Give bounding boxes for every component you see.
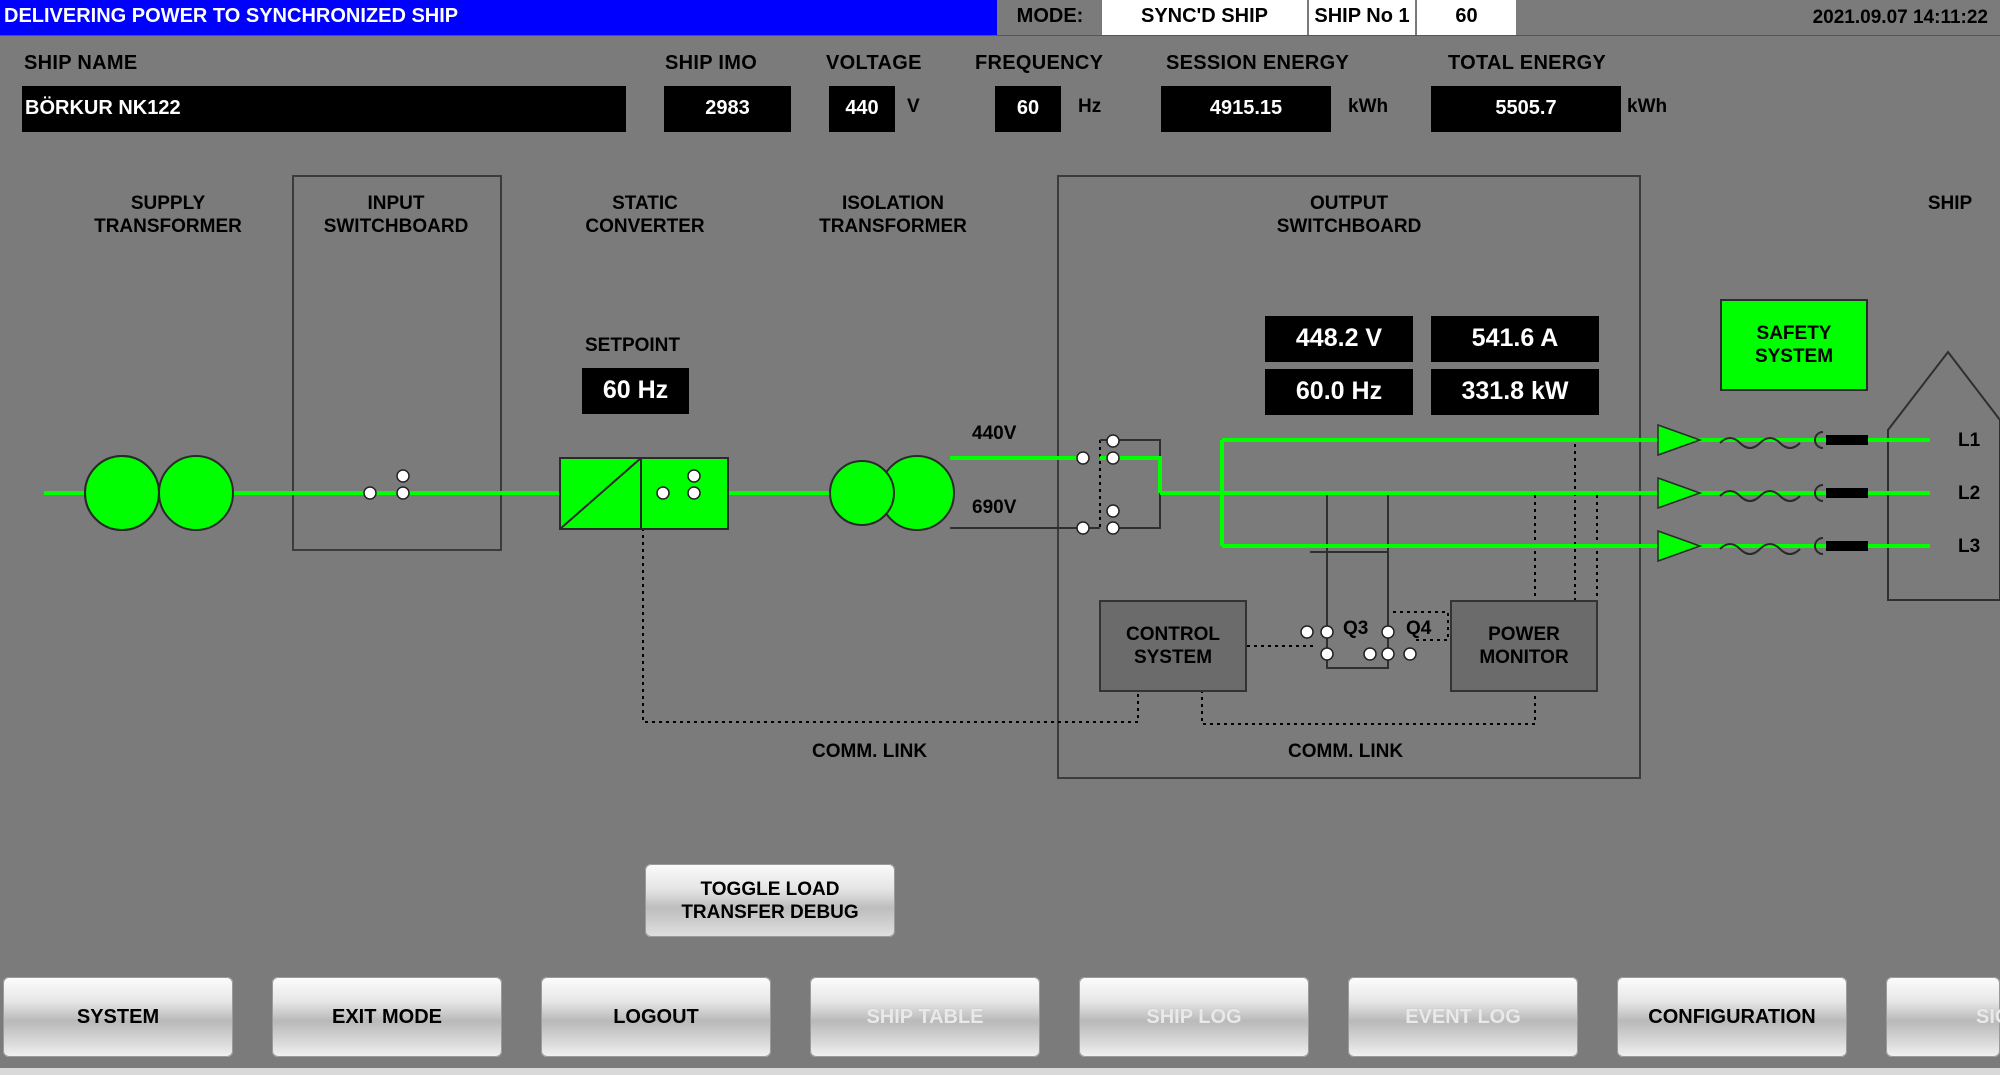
q4-label: Q4 [1406, 618, 1432, 639]
ship-title: SHIP [1927, 193, 1973, 214]
supply-transformer-title: SUPPLY TRANSFORMER [94, 193, 242, 237]
output-voltage-readout: 448.2 V [1265, 316, 1413, 362]
output-current-readout: 541.6 A [1431, 316, 1599, 362]
setpoint-value: 60 Hz [582, 368, 689, 414]
output-switchboard-title: OUTPUT SWITCHBOARD [1276, 193, 1422, 237]
toggle-load-transfer-debug-button[interactable]: TOGGLE LOAD TRANSFER DEBUG [645, 864, 895, 937]
comm-link-label-2: COMM. LINK [1288, 741, 1404, 762]
output-power-readout: 331.8 kW [1431, 369, 1599, 415]
phase-l1-label: L1 [1958, 430, 1981, 451]
supply-transformer-symbol [84, 455, 234, 531]
configuration-button[interactable]: CONFIGURATION [1617, 977, 1847, 1057]
control-system-box: CONTROL SYSTEM [1099, 600, 1247, 692]
single-line-diagram [44, 350, 2000, 725]
comm-link-line-1 [642, 528, 1139, 723]
phase-arrows [1657, 423, 1703, 563]
static-converter-symbol [559, 457, 729, 530]
bottom-edge [0, 1068, 2000, 1075]
logout-button[interactable]: LOGOUT [541, 977, 771, 1057]
event-log-button[interactable]: EVENT LOG [1348, 977, 1578, 1057]
tap-selector-switch [1076, 434, 1120, 535]
input-switchboard-title: INPUT SWITCHBOARD [323, 193, 469, 237]
phase-l3-label: L3 [1958, 536, 1981, 557]
system-button[interactable]: SYSTEM [3, 977, 233, 1057]
ship-log-button[interactable]: SHIP LOG [1079, 977, 1309, 1057]
comm-link-label-1: COMM. LINK [812, 741, 928, 762]
phase-l2-label: L2 [1958, 483, 1981, 504]
power-monitor-box: POWER MONITOR [1450, 600, 1598, 692]
comm-link-line-2 [1201, 690, 1536, 725]
ship-table-button[interactable]: SHIP TABLE [810, 977, 1040, 1057]
output-frequency-readout: 60.0 Hz [1265, 369, 1413, 415]
tap-440-label: 440V [972, 423, 1017, 444]
exit-mode-button[interactable]: EXIT MODE [272, 977, 502, 1057]
q3-label: Q3 [1343, 618, 1369, 639]
ship-hull-shape [1887, 350, 2000, 601]
isolation-transformer-symbol [829, 455, 955, 531]
static-converter-title: STATIC CONVERTER [585, 193, 705, 237]
setpoint-label: SETPOINT [585, 335, 681, 356]
isolation-transformer-title: ISOLATION TRANSFORMER [819, 193, 967, 237]
tap-690-label: 690V [972, 497, 1017, 518]
sign-button[interactable]: SIGN [1886, 977, 2000, 1057]
safety-system-indicator: SAFETY SYSTEM [1720, 299, 1868, 391]
plug-symbols [1826, 435, 1868, 551]
